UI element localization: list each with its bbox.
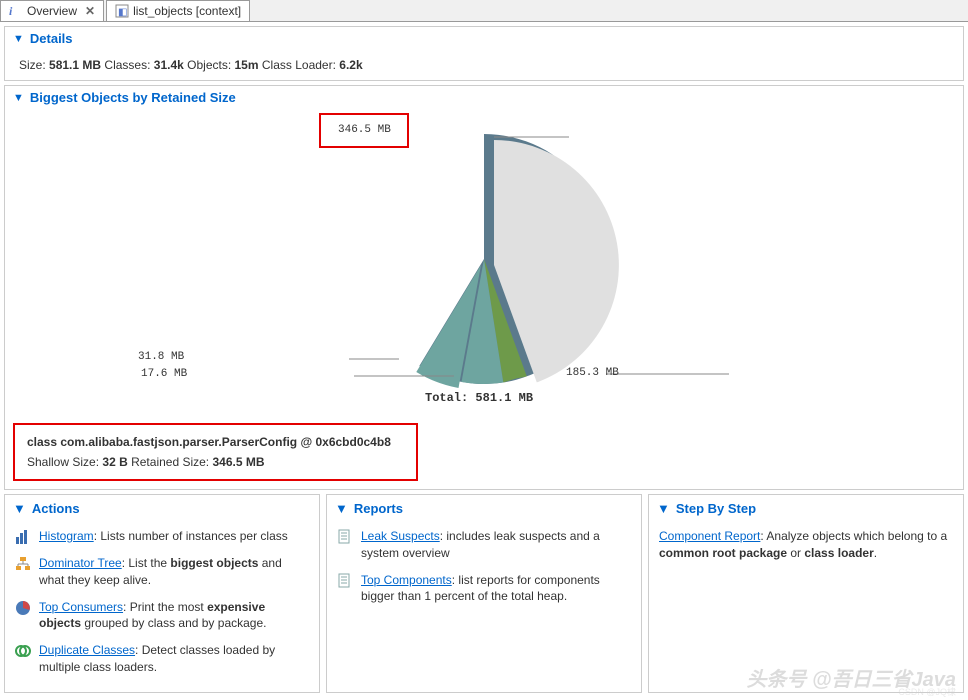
expander-icon: ▼ [13,33,24,45]
svg-text:◧: ◧ [118,7,127,18]
action-duplicate[interactable]: Duplicate Classes: Detect classes loaded… [15,642,309,676]
tab-bar: i Overview ✕ ◧ list_objects [context] [0,0,968,22]
duplicate-icon [15,643,31,659]
action-link[interactable]: Dominator Tree [39,556,122,570]
tooltip-class: class com.alibaba.fastjson.parser.Parser… [27,435,404,449]
tab-overview[interactable]: i Overview ✕ [0,0,104,21]
tab-list-objects[interactable]: ◧ list_objects [context] [106,0,250,21]
tab-label: list_objects [context] [133,4,241,18]
chart-label: 346.5 MB [338,124,391,136]
section-title: Biggest Objects by Retained Size [30,90,236,105]
action-link[interactable]: Duplicate Classes [39,643,135,657]
report-top[interactable]: Top Components: list reports for compone… [337,572,631,606]
expander-icon: ▼ [13,501,26,516]
expander-icon: ▼ [335,501,348,516]
section-title: Details [30,31,73,46]
action-top-consumers[interactable]: Top Consumers: Print the most expensive … [15,599,309,633]
reports-header[interactable]: ▼ Reports [327,495,641,522]
report-icon [337,573,353,589]
tab-label: Overview [27,4,77,18]
chart-label: 185.3 MB [566,367,619,379]
close-icon[interactable]: ✕ [85,4,95,18]
pie-icon [15,600,31,616]
step-component[interactable]: Component Report: Analyze objects which … [659,528,953,562]
stepbystep-header[interactable]: ▼ Step By Step [649,495,963,522]
query-icon: ◧ [115,4,129,18]
report-link[interactable]: Leak Suspects [361,529,440,543]
actions-header[interactable]: ▼ Actions [5,495,319,522]
action-histogram[interactable]: Histogram: Lists number of instances per… [15,528,309,545]
action-link[interactable]: Histogram [39,529,94,543]
tree-icon [15,556,31,572]
biggest-section: ▼ Biggest Objects by Retained Size 346.5… [4,85,964,490]
details-header[interactable]: ▼ Details [5,27,963,50]
step-link[interactable]: Component Report [659,529,760,543]
action-dominator[interactable]: Dominator Tree: List the biggest objects… [15,555,309,589]
chart-total: Total: 581.1 MB [425,391,533,405]
report-icon [337,529,353,545]
info-icon: i [9,4,23,18]
object-tooltip: class com.alibaba.fastjson.parser.Parser… [13,423,418,481]
reports-panel: ▼ Reports Leak Suspects: includes leak s… [326,494,642,693]
chart-label: 31.8 MB [138,351,184,363]
expander-icon: ▼ [657,501,670,516]
details-section: ▼ Details Size: 581.1 MB Classes: 31.4k … [4,26,964,81]
watermark-small: CSDN @JQ棣 [898,685,956,698]
report-link[interactable]: Top Components [361,573,452,587]
tooltip-sizes: Shallow Size: 32 B Retained Size: 346.5 … [27,455,404,469]
report-leak[interactable]: Leak Suspects: includes leak suspects an… [337,528,631,562]
pie-chart[interactable]: 346.5 MB 31.8 MB 17.6 MB 185.3 MB Total:… [5,109,963,419]
details-stats: Size: 581.1 MB Classes: 31.4k Objects: 1… [19,58,363,72]
expander-icon: ▼ [13,92,24,104]
chart-label: 17.6 MB [141,368,187,380]
biggest-header[interactable]: ▼ Biggest Objects by Retained Size [5,86,963,109]
actions-panel: ▼ Actions Histogram: Lists number of ins… [4,494,320,693]
histogram-icon [15,529,31,545]
action-link[interactable]: Top Consumers [39,600,123,614]
